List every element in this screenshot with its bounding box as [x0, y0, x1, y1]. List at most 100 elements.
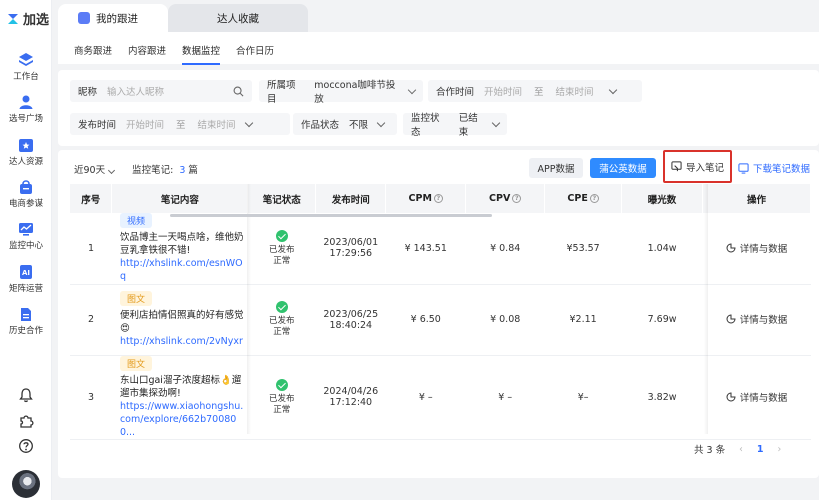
coop-time-filter[interactable]: 合作时间 开始时间 至 结束时间: [428, 80, 642, 102]
sidebar-item-label: 工作台: [13, 72, 39, 82]
puzzle-icon[interactable]: [18, 413, 34, 429]
cpe-value: ¥2.11: [544, 284, 622, 356]
sidebar-item-history[interactable]: 历史合作: [0, 306, 52, 336]
header-cpm: CPM?: [385, 184, 467, 213]
publish-time-label: 发布时间: [78, 120, 117, 131]
pie-chart-icon: [726, 391, 736, 401]
note-status: 已发布 正常: [247, 213, 316, 285]
publish-time: 2023/06/01 17:29:56: [315, 213, 386, 285]
cpe-value: ¥–: [544, 355, 622, 440]
subtab-business[interactable]: 商务跟进: [74, 43, 112, 65]
chevron-down-icon: [407, 85, 417, 94]
publish-start-input[interactable]: 开始时间: [126, 117, 164, 131]
subtab-calendar[interactable]: 合作日历: [236, 43, 274, 65]
download-data-button[interactable]: 下载笔记数据: [738, 158, 814, 178]
top-tabs: 我的跟进 达人收藏: [58, 4, 308, 32]
publish-time-filter[interactable]: 发布时间 开始时间 至 结束时间: [70, 113, 290, 135]
exposure-value: 7.69w: [621, 284, 703, 356]
cpe-value: ¥53.57: [544, 213, 622, 285]
sidebar-item-matrix[interactable]: AI 矩阵运营: [0, 264, 52, 294]
note-status: 已发布 正常: [247, 355, 316, 440]
pgy-data-button[interactable]: 蒲公英数据: [590, 158, 656, 178]
search-icon[interactable]: [233, 86, 244, 97]
header-status: 笔记状态: [247, 184, 317, 213]
monitor-status-label: 监控状态: [411, 113, 440, 138]
sub-tabs: 商务跟进 内容跟进 数据监控 合作日历: [74, 43, 274, 65]
monitor-icon: [19, 223, 33, 236]
check-circle-icon: [275, 378, 288, 391]
app-name: 加选: [23, 13, 50, 28]
cpm-value: ¥ 6.50: [385, 284, 466, 356]
action-cell: 详情与数据: [702, 213, 811, 285]
project-select[interactable]: moccona咖啡节投放: [314, 77, 403, 105]
project-filter[interactable]: 所属项目 moccona咖啡节投放: [259, 77, 423, 105]
cpm-value: ¥ 143.51: [385, 213, 466, 285]
download-icon: [738, 162, 749, 174]
nickname-filter[interactable]: 昵称 输入达人昵称: [70, 80, 252, 102]
sidebar-item-label: 电商参谋: [8, 199, 43, 209]
note-title: 便利店拍情侣照真的好有感觉😍: [119, 310, 244, 334]
publish-clock: 17:29:56: [329, 248, 373, 260]
subtab-data-monitor[interactable]: 数据监控: [182, 43, 221, 65]
note-title: 饮品博主一天喝点啥，维他奶豆乳拿铁很不错!: [119, 232, 244, 257]
horizontal-scrollbar[interactable]: [170, 214, 492, 217]
app-data-button[interactable]: APP数据: [529, 158, 583, 178]
work-status-filter[interactable]: 作品状态 不限: [293, 113, 397, 135]
help-icon[interactable]: ?: [512, 194, 522, 203]
details-button[interactable]: 详情与数据: [726, 312, 787, 326]
publish-date: 2023/06/25: [323, 308, 379, 320]
action-cell: 详情与数据: [702, 355, 811, 440]
import-notes-label: 导入笔记: [685, 162, 724, 174]
coop-start-input[interactable]: 开始时间: [484, 84, 522, 98]
note-link[interactable]: https://www.xiaohongshu.com/explore/662b…: [120, 400, 248, 439]
status-published: 已发布: [269, 393, 295, 404]
status-normal: 正常: [273, 404, 291, 415]
sidebar-item-resources[interactable]: 达人资源: [0, 137, 52, 167]
details-label: 详情与数据: [739, 243, 788, 255]
user-icon: [19, 95, 33, 109]
sidebar-item-square[interactable]: 选号广场: [0, 94, 52, 124]
note-link[interactable]: http://xhslink.com/2vNyxr: [120, 335, 248, 348]
bell-icon[interactable]: [18, 387, 34, 403]
status-published: 已发布: [269, 244, 295, 255]
subtab-content[interactable]: 内容跟进: [128, 43, 166, 65]
tab-favorites[interactable]: 达人收藏: [168, 4, 308, 32]
coop-end-input[interactable]: 结束时间: [556, 84, 594, 98]
download-data-label: 下载笔记数据: [753, 164, 811, 175]
note-title: 东山口gai溜子浓度超标👌遛遛市集探劲啊!: [119, 374, 242, 399]
help-icon[interactable]: [18, 438, 34, 454]
sidebar-item-label: 监控中心: [8, 241, 43, 251]
app-logo[interactable]: 加选: [6, 9, 49, 28]
import-notes-button[interactable]: 导入笔记: [663, 150, 732, 183]
nickname-input[interactable]: 输入达人昵称: [107, 84, 233, 98]
publish-clock: 17:12:40: [329, 397, 373, 408]
svg-text:AI: AI: [22, 269, 30, 277]
publish-end-input[interactable]: 结束时间: [198, 117, 236, 131]
sidebar-item-ecommerce[interactable]: 电商参谋: [0, 179, 52, 209]
sidebar-item-workbench[interactable]: 工作台: [0, 52, 52, 82]
monitor-status-select[interactable]: 已结束: [459, 110, 487, 138]
notes-table: 序号 笔记内容 笔记状态 发布时间 CPM? CPV? CPE? 曝光数 操作 …: [70, 184, 811, 440]
page-1-button[interactable]: 1: [757, 444, 764, 455]
prev-page-button[interactable]: ‹: [739, 444, 743, 455]
star-folder-icon: [19, 139, 33, 152]
help-icon[interactable]: ?: [589, 194, 599, 203]
table-row: 1 视频 饮品博主一天喝点啥，维他奶豆乳拿铁很不错! http://xhslin…: [70, 213, 811, 285]
avatar[interactable]: [12, 470, 40, 498]
next-page-button[interactable]: ›: [778, 444, 782, 455]
header-action: 操作: [702, 184, 811, 213]
sidebar-item-monitor[interactable]: 监控中心: [0, 221, 52, 251]
tab-label: 我的跟进: [96, 12, 138, 25]
details-button[interactable]: 详情与数据: [726, 390, 787, 404]
note-link[interactable]: http://xhslink.com/esnWOq: [120, 257, 248, 283]
range-separator: 至: [176, 120, 186, 131]
work-status-select[interactable]: 不限: [349, 117, 368, 131]
publish-date: 2023/06/01: [323, 237, 379, 249]
details-button[interactable]: 详情与数据: [726, 241, 788, 255]
range-select[interactable]: 近90天: [74, 162, 116, 176]
chevron-down-icon: [608, 85, 617, 94]
tab-my-follow[interactable]: 我的跟进: [58, 4, 168, 32]
toolbar-left: 近90天 监控笔记: 3 篇: [74, 162, 198, 176]
monitor-status-filter[interactable]: 监控状态 已结束: [403, 110, 507, 138]
help-icon[interactable]: ?: [433, 194, 443, 203]
